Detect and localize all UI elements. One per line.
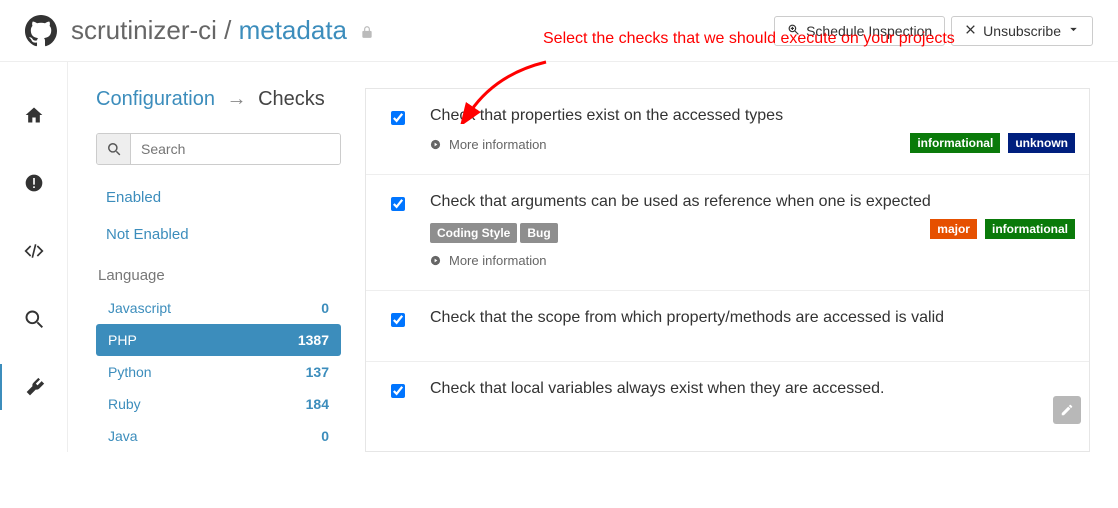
check-body: Check that the scope from which property… [430,309,1071,339]
check-checkbox-wrap [384,309,412,339]
lock-icon [354,15,374,45]
language-item[interactable]: PHP 1387 [96,324,341,356]
check-body: Check that local variables always exist … [430,380,1071,410]
language-name[interactable]: Python [108,364,152,380]
language-item[interactable]: Java 0 [96,420,341,452]
language-count: 0 [321,300,329,316]
filter-not-enabled[interactable]: Not Enabled [96,216,341,253]
check-checkbox-wrap [384,193,412,268]
check-row: Check that local variables always exist … [366,362,1089,432]
language-count: 137 [306,364,329,380]
icon-rail [0,62,68,452]
checks-panel: Check that properties exist on the acces… [365,88,1090,452]
annotation-arrow-icon [456,54,556,124]
check-checkbox[interactable] [391,111,405,125]
sidebar: Configuration → Checks Enabled Not Enabl… [96,88,341,452]
chevron-right-icon: → [221,88,253,110]
search-box [96,133,341,165]
owner-name: scrutinizer-ci [71,15,217,45]
check-title: Check that the scope from which property… [430,309,1071,327]
check-checkbox-wrap [384,107,412,152]
rail-issues[interactable] [0,160,68,206]
badge-row: major informational [930,219,1075,239]
badge-row: informational unknown [910,133,1075,153]
language-count: 1387 [298,332,329,348]
repo-sep: / [217,15,239,45]
search-icon [97,134,131,164]
language-heading: Language [96,253,341,292]
breadcrumb: Configuration → Checks [96,88,341,111]
repo-name: scrutinizer-ci / metadata [71,15,374,46]
edit-button[interactable] [1053,396,1081,424]
language-count: 0 [321,428,329,444]
severity-badge: informational [985,219,1075,239]
check-checkbox-wrap [384,380,412,410]
language-count: 184 [306,396,329,412]
repo-title-group: scrutinizer-ci / metadata [25,15,374,47]
content: Select the checks that we should execute… [68,62,1118,452]
check-row: Check that arguments can be used as refe… [366,175,1089,291]
check-title: Check that arguments can be used as refe… [430,193,1071,211]
unsubscribe-label: Unsubscribe [983,23,1061,39]
language-name[interactable]: Javascript [108,300,171,316]
breadcrumb-parent[interactable]: Configuration [96,88,215,110]
github-icon [25,15,57,47]
rail-search[interactable] [0,296,68,342]
tag: Coding Style [430,223,517,243]
more-information-link[interactable]: More information [430,253,1071,268]
filter-enabled[interactable]: Enabled [96,179,341,216]
unsubscribe-button[interactable]: Unsubscribe [951,16,1093,46]
close-icon [964,23,977,39]
check-title: Check that local variables always exist … [430,380,1071,398]
check-checkbox[interactable] [391,197,405,211]
check-checkbox[interactable] [391,384,405,398]
language-item[interactable]: Javascript 0 [96,292,341,324]
language-name[interactable]: Java [108,428,138,444]
rail-code[interactable] [0,228,68,274]
breadcrumb-current: Checks [258,88,325,110]
repo-link[interactable]: metadata [239,15,347,45]
severity-badge: informational [910,133,1000,153]
language-name[interactable]: PHP [108,332,137,348]
check-checkbox[interactable] [391,313,405,327]
check-row: Check that the scope from which property… [366,291,1089,362]
main-wrap: Select the checks that we should execute… [0,62,1118,452]
rail-home[interactable] [0,92,68,138]
severity-badge: major [930,219,977,239]
caret-down-icon [1067,23,1080,39]
language-item[interactable]: Python 137 [96,356,341,388]
rail-settings[interactable] [0,364,67,410]
annotation-text: Select the checks that we should execute… [543,28,955,50]
search-input[interactable] [131,134,340,164]
tag: Bug [520,223,557,243]
language-item[interactable]: Ruby 184 [96,388,341,420]
language-list: Javascript 0 PHP 1387 Python 137 Ruby 184 Java 0 [96,292,341,452]
language-name[interactable]: Ruby [108,396,141,412]
severity-badge: unknown [1008,133,1075,153]
